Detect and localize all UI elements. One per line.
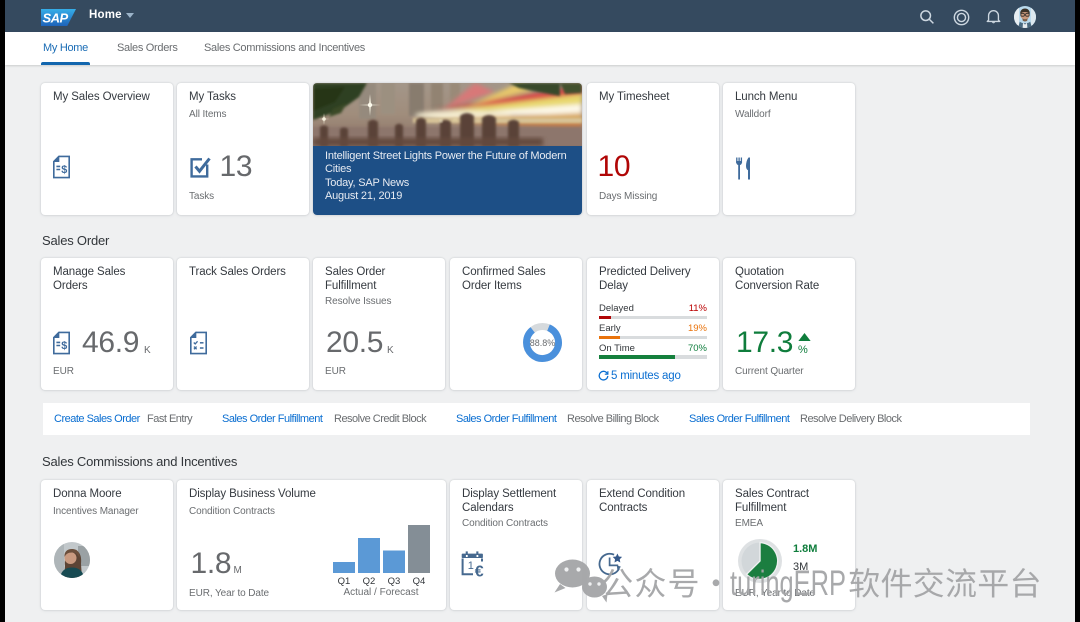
svg-text:turingERP: turingERP bbox=[730, 564, 846, 603]
